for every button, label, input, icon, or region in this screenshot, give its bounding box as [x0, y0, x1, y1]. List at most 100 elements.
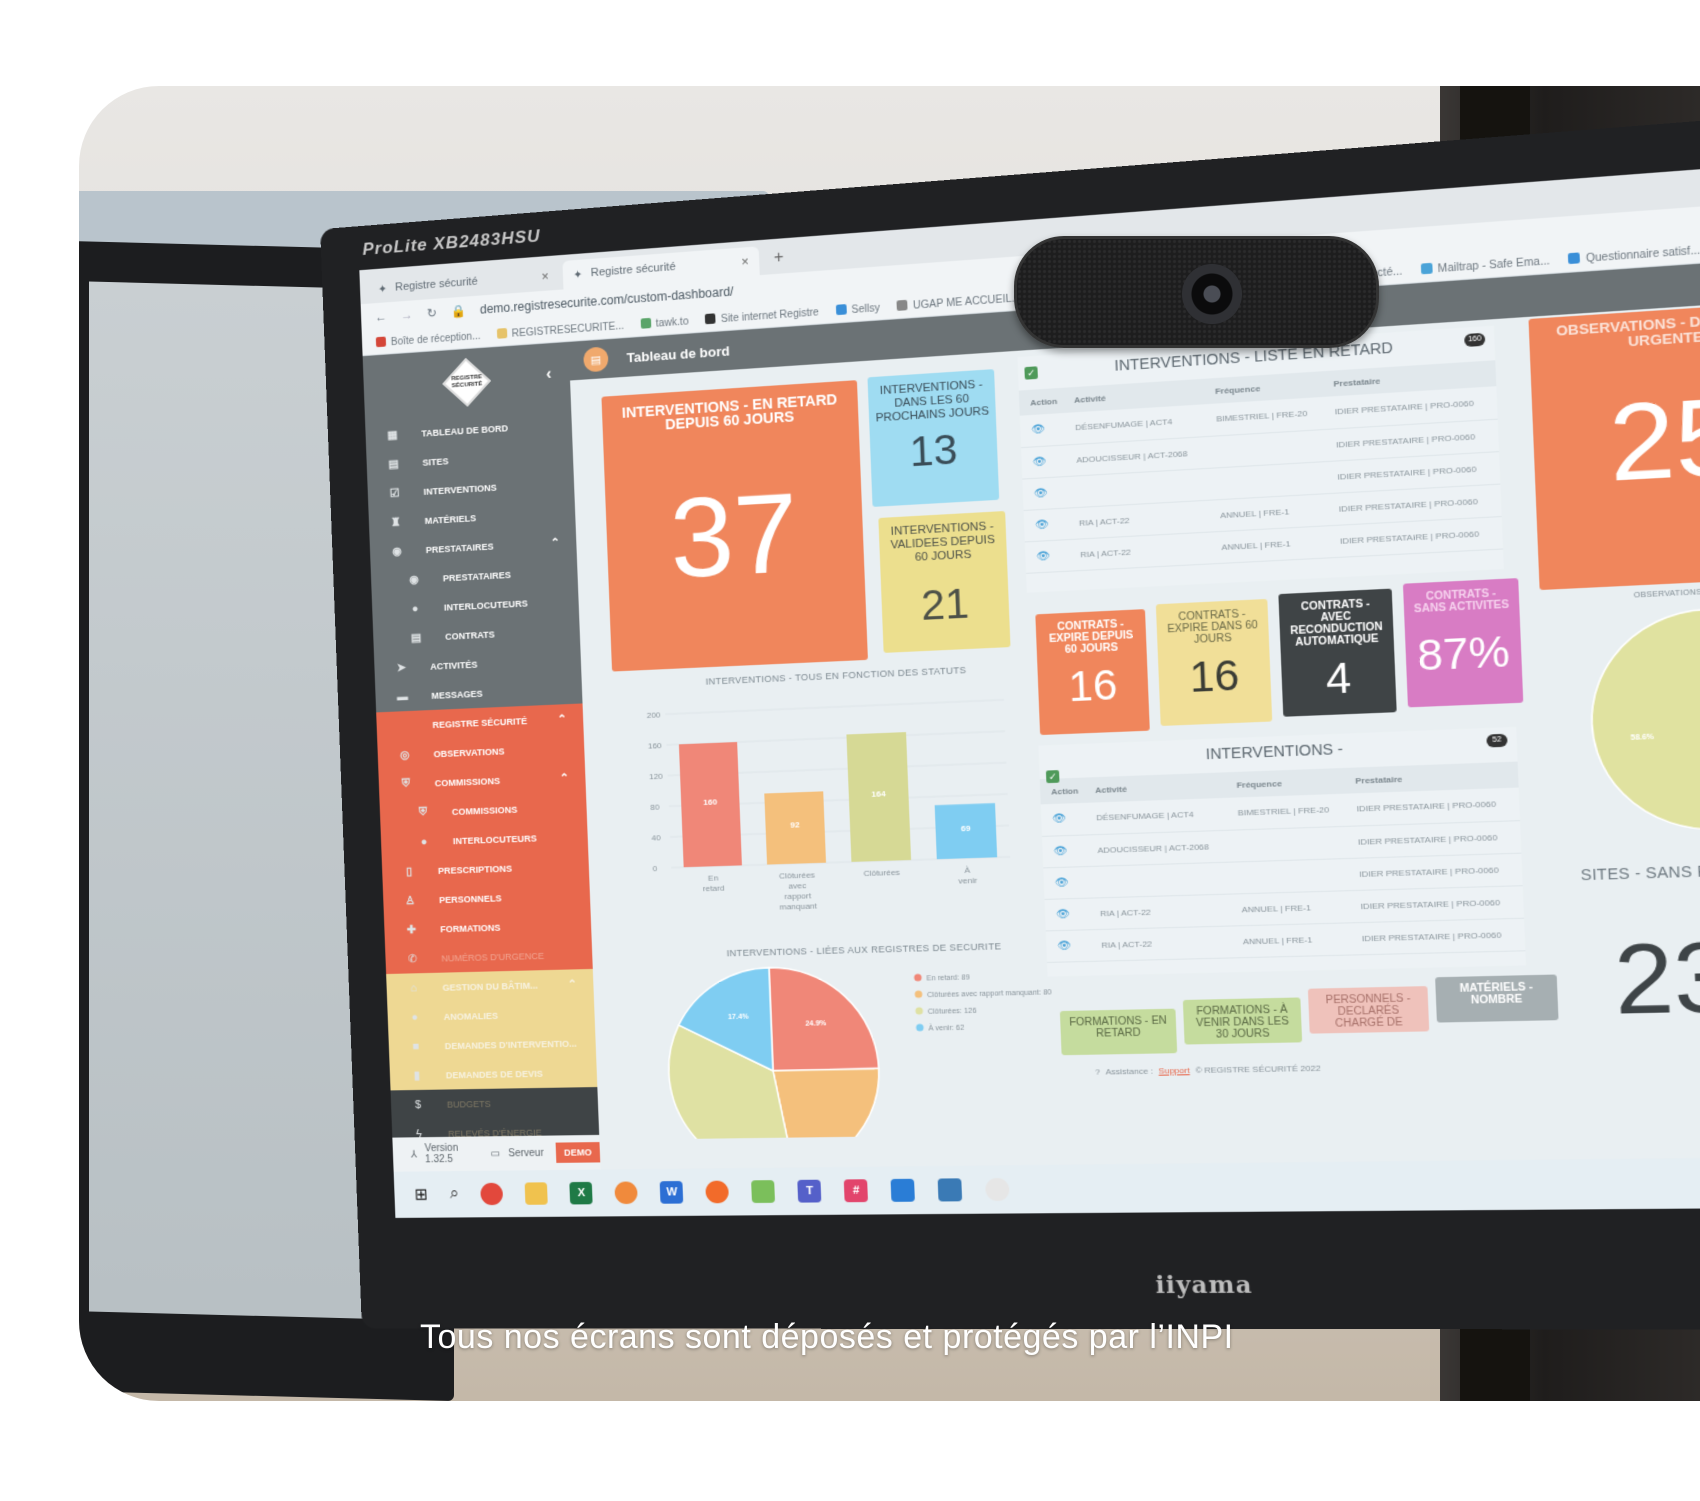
reload-icon[interactable]: ↻	[427, 306, 438, 321]
chevron-up-icon[interactable]: ⌃	[550, 536, 560, 550]
sidebar-item[interactable]: ■ DEMANDES D'INTERVENTIO...	[388, 1028, 596, 1061]
sidebar-item-label: INTERLOCUTEURS	[443, 597, 528, 613]
view-eye-icon[interactable]: 👁	[1022, 476, 1068, 510]
search-icon[interactable]: ⌕	[449, 1185, 459, 1203]
bitwarden-icon[interactable]	[890, 1178, 916, 1202]
x-tick-label: En	[708, 873, 719, 883]
close-tab-icon[interactable]: ×	[741, 254, 749, 269]
app-icon[interactable]	[938, 1178, 963, 1202]
chrome-icon[interactable]	[480, 1182, 504, 1206]
support-link[interactable]: Support	[1158, 1066, 1189, 1076]
view-eye-icon[interactable]: 👁	[1044, 897, 1090, 931]
sidebar-item-label: PERSONNELS	[438, 892, 502, 905]
tile-materiels-nombre[interactable]: MATÉRIELS - NOMBRE	[1435, 974, 1559, 1023]
view-eye-icon[interactable]: 👁	[1040, 802, 1086, 836]
bookmark-favicon-icon	[835, 303, 847, 315]
app-icon[interactable]	[985, 1177, 1011, 1202]
tile-personnels-declares[interactable]: PERSONNELS - DECLARÉS CHARGÉ DE	[1307, 986, 1430, 1034]
pie-slice[interactable]	[773, 1068, 883, 1140]
table-cell: RIA | ACT-22	[1088, 893, 1232, 930]
tile-contrats-expire-dans[interactable]: CONTRATS - EXPIRE DANS 60 JOURS 16	[1155, 598, 1273, 726]
tile-interventions-60-prochains[interactable]: INTERVENTIONS - DANS LES 60 PROCHAINS JO…	[867, 369, 1000, 507]
tile-interventions-retard-60[interactable]: INTERVENTIONS - EN RETARD DEPUIS 60 JOUR…	[601, 380, 868, 672]
view-eye-icon[interactable]: 👁	[1021, 444, 1067, 479]
webcam	[1014, 236, 1379, 348]
tile-value: 25	[1606, 374, 1700, 505]
demo-badge: DEMO	[555, 1142, 601, 1163]
column-header[interactable]: Action	[1018, 387, 1064, 416]
sidebar-item-label: PRESTATAIRES	[442, 569, 512, 583]
dashboard-icon: ▦	[387, 429, 398, 442]
slack-icon[interactable]: #	[844, 1179, 869, 1203]
close-tab-icon[interactable]: ×	[541, 269, 549, 284]
pie-slice[interactable]	[769, 965, 879, 1071]
view-eye-icon[interactable]: 👁	[1019, 413, 1065, 448]
bookmark-item[interactable]: Site internet Registre	[704, 306, 819, 326]
collapse-sidebar-icon[interactable]: ‹	[546, 366, 552, 385]
tile-interventions-validees-60[interactable]: INTERVENTIONS - VALIDEES DEPUIS 60 JOURS…	[878, 510, 1011, 653]
view-eye-icon[interactable]: 👁	[1023, 507, 1069, 542]
firefox-icon[interactable]	[705, 1180, 730, 1204]
sidebar-item-label: ANOMALIES	[443, 1010, 499, 1022]
bookmark-item[interactable]: Questionnaire satisf...	[1568, 243, 1700, 265]
chevron-up-icon[interactable]: ⌃	[567, 977, 577, 990]
excel-icon[interactable]: X	[569, 1181, 594, 1205]
tile-contrats-reconduction[interactable]: CONTRATS - AVEC RECONDUCTION AUTOMATIQUE…	[1278, 588, 1397, 717]
table-cell: IDIER PRESTATAIRE | PRO-0060	[1345, 820, 1522, 858]
table-cell: IDIER PRESTATAIRE | PRO-0060	[1346, 852, 1523, 891]
view-eye-icon[interactable]: 👁	[1045, 929, 1091, 962]
bookmark-item[interactable]: Boîte de réception...	[375, 329, 481, 348]
tile-observations-urgentes[interactable]: OBSERVATIONS - DECLARÉES URGENTES 25	[1528, 300, 1700, 591]
back-icon[interactable]: ←	[375, 309, 387, 324]
sites-gps-title: SITES - SANS POSITION GPS	[1580, 859, 1700, 884]
windows-start-icon[interactable]: ⊞	[414, 1184, 428, 1204]
server-icon: ▭	[490, 1147, 501, 1160]
message-icon: ▬	[396, 690, 409, 703]
sidebar-item[interactable]: ● ANOMALIES	[387, 998, 595, 1032]
new-tab-button[interactable]: +	[763, 248, 795, 275]
fire-extinguisher-icon: ♜	[390, 516, 401, 529]
pie-chart-title: INTERVENTIONS - LIÉES AUX REGISTRES DE S…	[726, 941, 1002, 959]
dashboard-icon: ▤	[583, 346, 609, 373]
bookmark-item[interactable]: Mailtrap - Safe Ema...	[1420, 254, 1550, 276]
bookmark-item[interactable]: Sellsy	[835, 301, 880, 317]
tile-contrats-sans-activites[interactable]: CONTRATS - SANS ACTIVITES 87%	[1402, 578, 1524, 708]
pie-slice[interactable]	[1588, 607, 1700, 833]
word-icon[interactable]: W	[660, 1181, 684, 1204]
table-cell: BIMESTRIEL | FRE-20	[1225, 793, 1346, 830]
x-tick-label: Clôturées	[863, 868, 900, 879]
site-favicon-icon: ✦	[572, 268, 583, 282]
app-icon[interactable]	[614, 1181, 639, 1205]
sidebar-item[interactable]: ⌂ GESTION DU BÂTIM... ⌃	[386, 969, 594, 1003]
chevron-up-icon[interactable]: ⌃	[557, 712, 567, 726]
file-explorer-icon[interactable]	[524, 1182, 549, 1205]
tile-title: CONTRATS - SANS ACTIVITES	[1413, 587, 1510, 616]
tile-contrats-expire-depuis[interactable]: CONTRATS - EXPIRE DEPUIS 60 JOURS 16	[1035, 609, 1150, 736]
tile-formations-venir[interactable]: FORMATIONS - À VENIR DANS LES 30 JOURS	[1182, 997, 1303, 1045]
registre-securite-logo[interactable]: REGISTRE SÉCURITÉ	[441, 358, 491, 407]
tile-title: MATÉRIELS - NOMBRE	[1459, 981, 1534, 1007]
table-cell: ADOUCISSEUR | ACT-2068	[1085, 829, 1229, 867]
sidebar-item[interactable]: $ BUDGETS	[390, 1087, 599, 1120]
bookmark-label: UGAP ME ACCUEIL...	[912, 292, 1021, 312]
forward-icon[interactable]: →	[401, 307, 413, 322]
tab-title: Registre sécurité	[394, 275, 478, 294]
tile-value: 16	[1188, 652, 1241, 702]
chevron-up-icon[interactable]: ⌃	[559, 771, 569, 785]
teams-icon[interactable]: T	[797, 1179, 822, 1203]
view-eye-icon[interactable]: 👁	[1024, 539, 1070, 573]
tile-formations-retard[interactable]: FORMATIONS - EN RETARD	[1059, 1008, 1178, 1056]
bookmark-item[interactable]: tawk.to	[640, 315, 689, 331]
sidebar-item[interactable]: ▮ DEMANDES DE DEVIS	[389, 1058, 597, 1091]
view-eye-icon[interactable]: 👁	[1043, 866, 1089, 899]
view-eye-icon[interactable]: 👁	[1041, 834, 1088, 868]
legend-label: Clôturées avec rapport manquant: 80	[927, 989, 1052, 999]
app-icon[interactable]	[751, 1180, 776, 1204]
bookmark-item[interactable]: UGAP ME ACCUEIL...	[896, 291, 1021, 312]
bookmark-item[interactable]: REGISTRESECURITE...	[496, 319, 624, 340]
y-tick-label: 0	[652, 864, 658, 873]
tile-title: INTERVENTIONS - VALIDEES DEPUIS 60 JOURS	[890, 520, 996, 564]
pie-slice-label: 58.6%	[1630, 733, 1654, 742]
bookmark-label: tawk.to	[655, 315, 689, 330]
page-title: Tableau de bord	[626, 342, 730, 365]
